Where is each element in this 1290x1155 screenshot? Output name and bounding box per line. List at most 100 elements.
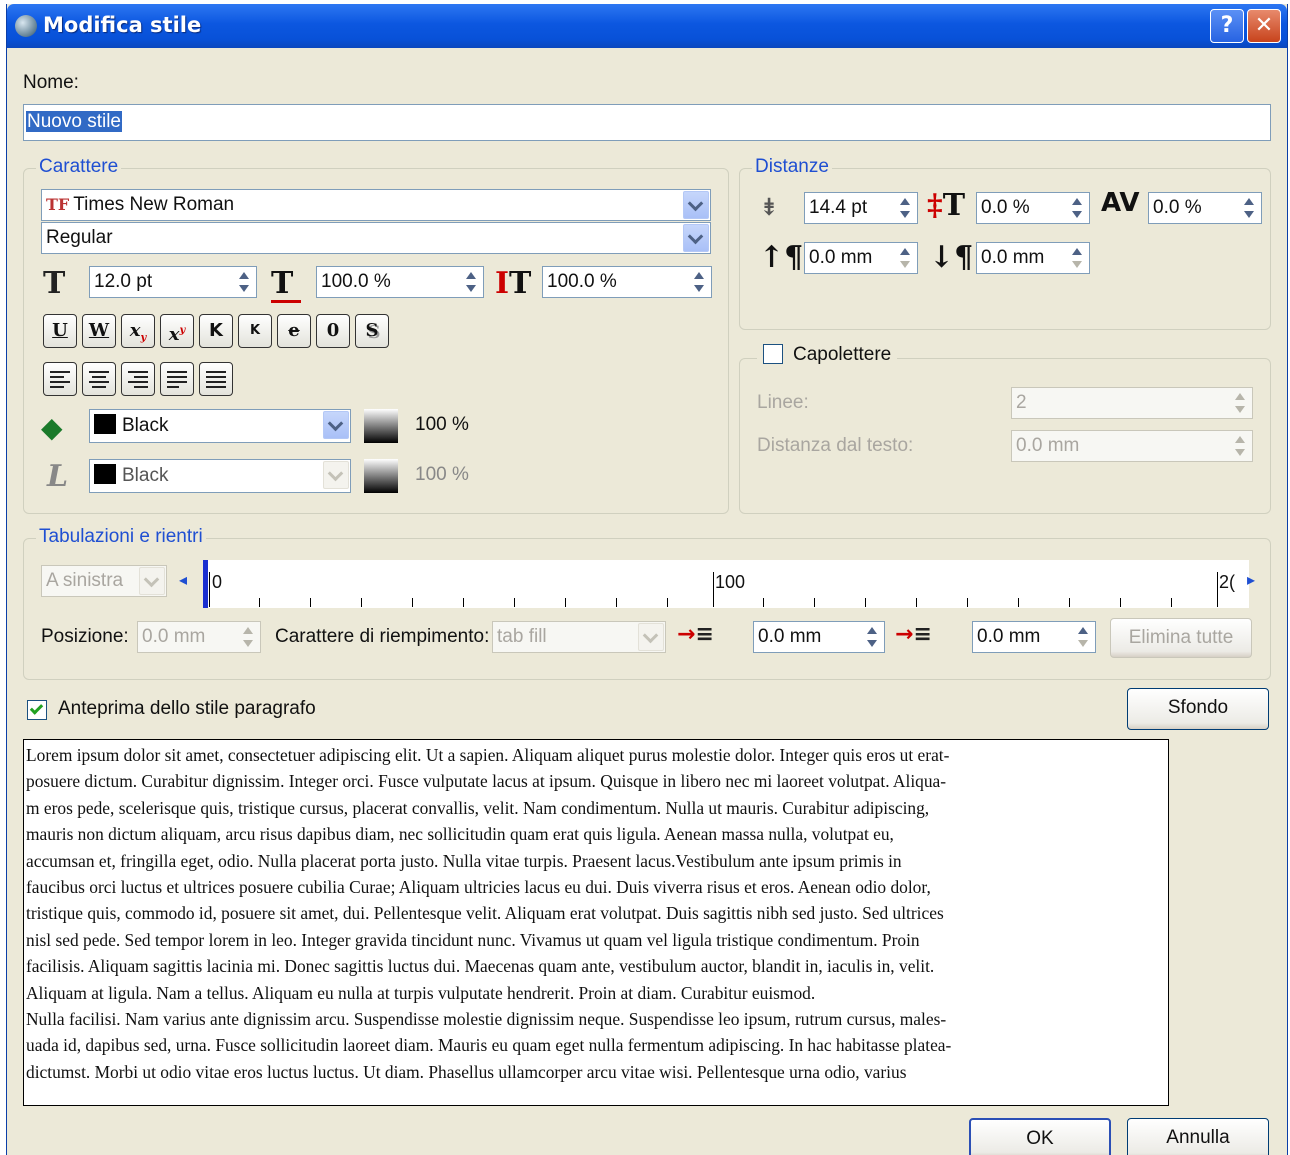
spin-arrows-icon[interactable] — [463, 270, 480, 294]
tab-alignment-select[interactable]: A sinistra — [41, 565, 167, 597]
ruler-scroll-left-icon[interactable]: ◂ — [179, 570, 187, 589]
chevron-down-icon[interactable] — [323, 411, 349, 439]
paragraph-preview: Lorem ipsum dolor sit amet, consectetuer… — [23, 739, 1169, 1106]
align-right-button[interactable] — [121, 362, 155, 396]
name-value: Nuovo stile — [26, 111, 122, 132]
name-label: Nome: — [23, 72, 79, 93]
fill-color-select[interactable]: Black — [89, 409, 351, 443]
preview-line: uada id, dapibus sed, urna. Fusce sollic… — [26, 1035, 952, 1056]
underline-button[interactable]: U — [43, 314, 77, 348]
subscript-button[interactable]: xy — [121, 314, 155, 348]
drop-caps-title: Capolettere — [757, 344, 898, 366]
title-bar[interactable]: Modifica stile ? ✕ — [7, 4, 1287, 48]
ruler-scroll-right-icon[interactable]: ▸ — [1247, 570, 1255, 589]
drop-caps-checkbox[interactable] — [763, 344, 783, 364]
preview-line: Lorem ipsum dolor sit amet, consectetuer… — [26, 745, 950, 765]
shadow-button[interactable]: S — [355, 314, 389, 348]
spin-arrows-icon[interactable] — [1075, 625, 1092, 649]
spin-arrows-icon[interactable] — [897, 246, 914, 270]
spin-arrows-icon[interactable] — [1232, 391, 1249, 415]
fill-char-value: tab fill — [497, 626, 547, 647]
horizontal-scale-value: 100.0 % — [321, 271, 391, 292]
fill-shade-value: 100 % — [415, 414, 469, 435]
drop-caps-lines-input[interactable]: 2 — [1011, 387, 1253, 419]
space-below-icon: ↓¶ — [929, 240, 974, 275]
space-above-input[interactable]: 0.0 mm — [804, 242, 918, 274]
font-style-select[interactable]: Regular — [41, 222, 711, 254]
horizontal-scale-input[interactable]: 100.0 % — [316, 266, 484, 298]
line-spacing-input[interactable]: 14.4 pt — [804, 192, 918, 224]
tab-ruler[interactable]: 0 100 2( — [203, 560, 1249, 608]
delete-all-tabs-button[interactable]: Elimina tutte — [1110, 618, 1252, 658]
font-family-select[interactable]: TF Times New Roman — [41, 189, 711, 221]
drop-caps-distance-input[interactable]: 0.0 mm — [1011, 430, 1253, 462]
name-input[interactable]: Nuovo stile — [23, 104, 1271, 141]
character-group-title: Carattere — [36, 156, 122, 178]
fill-char-select[interactable]: tab fill — [492, 621, 666, 653]
window-title: Modifica stile — [43, 13, 202, 37]
underline-words-button[interactable]: W — [82, 314, 116, 348]
chevron-down-icon[interactable] — [139, 567, 165, 595]
spin-arrows-icon[interactable] — [240, 625, 257, 649]
superscript-glyph: x — [168, 324, 180, 345]
help-button[interactable]: ? — [1210, 9, 1244, 43]
baseline-offset-input[interactable]: 0.0 % — [976, 192, 1090, 224]
drop-caps-distance-label: Distanza dal testo: — [757, 435, 914, 456]
spin-arrows-icon[interactable] — [236, 270, 253, 294]
preview-line: mauris non dictum aliquam, arcu risus da… — [26, 824, 894, 845]
check-icon — [29, 701, 44, 715]
align-center-button[interactable] — [82, 362, 116, 396]
preview-line: nisl sed pede. Sed tempor lorem in leo. … — [26, 929, 920, 950]
strikethrough-button[interactable]: e — [277, 314, 311, 348]
baseline-offset-value: 0.0 % — [981, 197, 1030, 218]
spin-arrows-icon[interactable] — [691, 270, 708, 294]
stroke-color-select[interactable]: Black — [89, 459, 351, 493]
spin-arrows-icon[interactable] — [1069, 196, 1086, 220]
chevron-down-icon[interactable] — [638, 623, 664, 651]
drop-caps-lines-value: 2 — [1016, 392, 1027, 413]
align-force-justify-button[interactable] — [199, 362, 233, 396]
space-below-value: 0.0 mm — [981, 247, 1045, 268]
tracking-input[interactable]: 0.0 % — [1148, 192, 1262, 224]
cancel-button[interactable]: Annulla — [1127, 1118, 1269, 1155]
font-size-input[interactable]: 12.0 pt — [89, 266, 257, 298]
space-below-input[interactable]: 0.0 mm — [976, 242, 1090, 274]
spin-arrows-icon[interactable] — [1232, 434, 1249, 458]
spin-arrows-icon[interactable] — [864, 625, 881, 649]
align-justify-button[interactable] — [160, 362, 194, 396]
first-line-indent-value: 0.0 mm — [758, 626, 822, 647]
small-caps-button[interactable]: K — [238, 314, 272, 348]
ok-button[interactable]: OK — [969, 1118, 1111, 1155]
align-left-button[interactable] — [43, 362, 77, 396]
dialog-window: Modifica stile ? ✕ Nome: Nuovo stile Car… — [6, 4, 1288, 1155]
chevron-down-icon[interactable] — [683, 224, 709, 252]
left-indent-input[interactable]: 0.0 mm — [972, 621, 1096, 653]
chevron-down-icon[interactable] — [683, 191, 709, 219]
tab-position-input[interactable]: 0.0 mm — [137, 621, 261, 653]
preview-label: Anteprima dello stile paragrafo — [58, 698, 316, 719]
spin-arrows-icon[interactable] — [1241, 196, 1258, 220]
truetype-font-icon: TF — [46, 195, 70, 214]
subscript-glyph: x — [129, 320, 141, 341]
superscript-button[interactable]: xy — [160, 314, 194, 348]
spin-arrows-icon[interactable] — [1069, 246, 1086, 270]
all-caps-button[interactable]: K — [199, 314, 233, 348]
stroke-color-value: Black — [122, 465, 169, 486]
left-indent-value: 0.0 mm — [977, 626, 1041, 647]
chevron-down-icon[interactable] — [323, 461, 349, 489]
space-above-value: 0.0 mm — [809, 247, 873, 268]
first-line-indent-input[interactable]: 0.0 mm — [753, 621, 885, 653]
preview-line: accumsan et, fringilla eget, odio. Nulla… — [26, 850, 902, 871]
vertical-scale-input[interactable]: 100.0 % — [542, 266, 712, 298]
background-button[interactable]: Sfondo — [1127, 688, 1269, 730]
spin-arrows-icon[interactable] — [897, 196, 914, 220]
ruler-marker[interactable] — [203, 560, 208, 608]
tracking-value: 0.0 % — [1153, 197, 1202, 218]
outline-button[interactable]: 0 — [316, 314, 350, 348]
tracking-icon: AV — [1101, 188, 1140, 218]
preview-line: Aliquam at ligula. Nam a tellus. Aliquam… — [26, 982, 816, 1003]
line-spacing-icon: ⇟ — [759, 192, 780, 221]
space-above-icon: ↑¶ — [759, 240, 804, 275]
close-button[interactable]: ✕ — [1247, 9, 1281, 43]
preview-checkbox[interactable] — [27, 700, 47, 720]
